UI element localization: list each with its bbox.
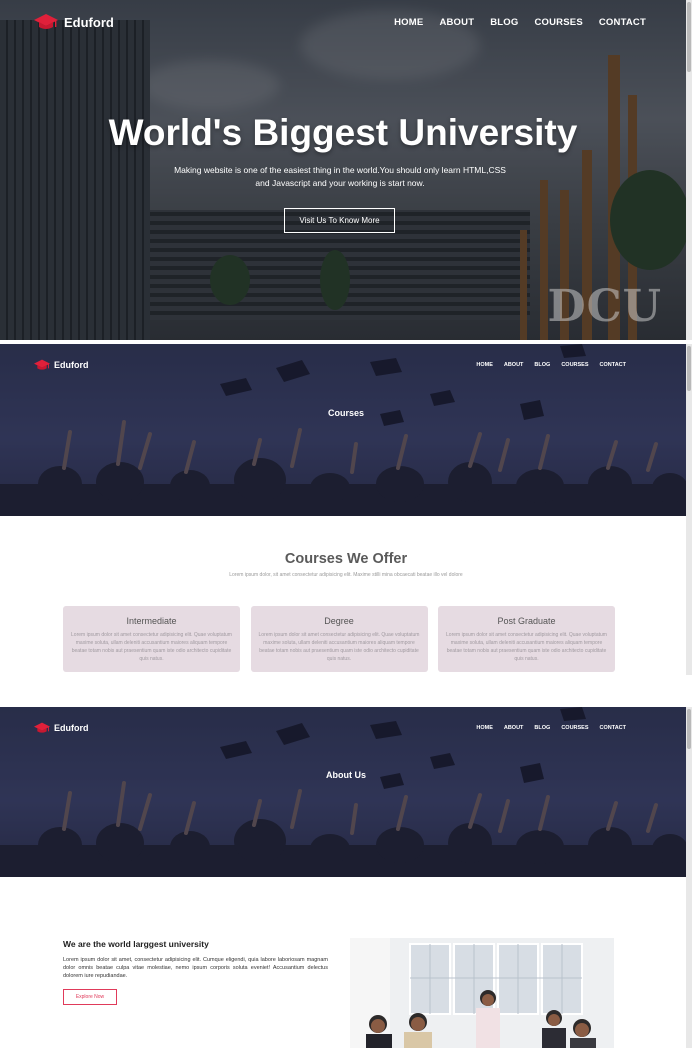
dcu-watermark: DCU — [547, 281, 662, 332]
section-title: Courses We Offer — [284, 551, 408, 567]
course-card-text: Lorem ipsum dolor sit amet consectetur a… — [71, 632, 232, 662]
scrollbar[interactable] — [686, 0, 692, 340]
about-text: Lorem ipsum dolor sit amet, consectetur … — [63, 957, 328, 979]
course-card-degree[interactable]: Degree Lorem ipsum dolor sit amet consec… — [250, 606, 428, 672]
visit-us-button[interactable]: Visit Us To Know More — [284, 208, 395, 233]
scrollbar-thumb[interactable] — [687, 2, 691, 72]
top-nav: Eduford HOME ABOUT BLOG COURSES CONTACT — [0, 12, 686, 32]
nav-links: HOME ABOUT BLOG COURSES CONTACT — [465, 362, 626, 368]
top-nav: Eduford HOME ABOUT BLOG COURSES CONTACT — [0, 358, 686, 372]
course-card-title: Intermediate — [126, 616, 177, 626]
course-card-post-graduate[interactable]: Post Graduate Lorem ipsum dolor sit amet… — [438, 606, 615, 672]
explore-now-button[interactable]: Explore Now — [63, 989, 117, 1005]
course-card-text: Lorem ipsum dolor sit amet consectetur a… — [258, 632, 420, 662]
banner-title: Courses — [327, 408, 364, 418]
scrollbar-thumb[interactable] — [687, 709, 691, 749]
about-banner: Eduford HOME ABOUT BLOG COURSES CONTACT … — [0, 707, 692, 877]
banner-title: About Us — [326, 770, 366, 780]
nav-links: HOME ABOUT BLOG COURSES CONTACT — [465, 725, 626, 731]
nav-links: HOME ABOUT BLOG COURSES CONTACT — [378, 17, 646, 28]
nav-contact[interactable]: CONTACT — [600, 362, 626, 368]
about-heading: We are the world larggest university — [63, 939, 209, 949]
brand-logo[interactable]: Eduford — [34, 358, 89, 372]
about-page: Eduford HOME ABOUT BLOG COURSES CONTACT … — [0, 707, 692, 1048]
nav-blog[interactable]: BLOG — [490, 17, 518, 28]
hero-title: World's Biggest University — [108, 112, 578, 153]
graduation-cap-icon — [34, 359, 50, 370]
nav-home[interactable]: HOME — [476, 725, 493, 731]
nav-contact[interactable]: CONTACT — [600, 725, 626, 731]
course-cards: Intermediate Lorem ipsum dolor sit amet … — [63, 606, 615, 672]
brand-name: Eduford — [54, 360, 89, 370]
students-photo — [350, 938, 614, 1048]
course-card-title: Post Graduate — [497, 616, 556, 626]
hero-section: DCU Eduford HOME ABOUT BLOG COURSES CONT… — [0, 0, 692, 340]
course-card-intermediate[interactable]: Intermediate Lorem ipsum dolor sit amet … — [63, 606, 240, 672]
scrollbar[interactable] — [686, 344, 692, 675]
nav-contact[interactable]: CONTACT — [599, 17, 646, 28]
brand-name: Eduford — [54, 723, 89, 733]
brand-logo[interactable]: Eduford — [34, 12, 114, 32]
about-photo — [350, 938, 614, 1048]
scrollbar[interactable] — [686, 707, 692, 1048]
nav-courses[interactable]: COURSES — [561, 725, 588, 731]
courses-banner: Eduford HOME ABOUT BLOG COURSES CONTACT … — [0, 344, 692, 516]
nav-home[interactable]: HOME — [394, 17, 423, 28]
nav-courses[interactable]: COURSES — [534, 17, 582, 28]
nav-about[interactable]: ABOUT — [504, 362, 524, 368]
top-nav: Eduford HOME ABOUT BLOG COURSES CONTACT — [0, 721, 686, 735]
nav-courses[interactable]: COURSES — [561, 362, 588, 368]
section-subtitle: Lorem ipsum dolor, sit amet consectetur … — [229, 572, 463, 578]
nav-blog[interactable]: BLOG — [534, 362, 550, 368]
graduation-cap-icon — [34, 14, 58, 29]
nav-blog[interactable]: BLOG — [534, 725, 550, 731]
course-card-text: Lorem ipsum dolor sit amet consectetur a… — [446, 632, 607, 662]
hero-subtitle: Making website is one of the easiest thi… — [174, 165, 506, 188]
brand-name: Eduford — [64, 14, 114, 30]
courses-page: Eduford HOME ABOUT BLOG COURSES CONTACT … — [0, 344, 692, 675]
nav-about[interactable]: ABOUT — [439, 17, 474, 28]
course-card-title: Degree — [324, 616, 354, 626]
nav-about[interactable]: ABOUT — [504, 725, 524, 731]
nav-home[interactable]: HOME — [476, 362, 493, 368]
scrollbar-thumb[interactable] — [687, 346, 691, 391]
graduation-cap-icon — [34, 722, 50, 733]
brand-logo[interactable]: Eduford — [34, 721, 89, 735]
